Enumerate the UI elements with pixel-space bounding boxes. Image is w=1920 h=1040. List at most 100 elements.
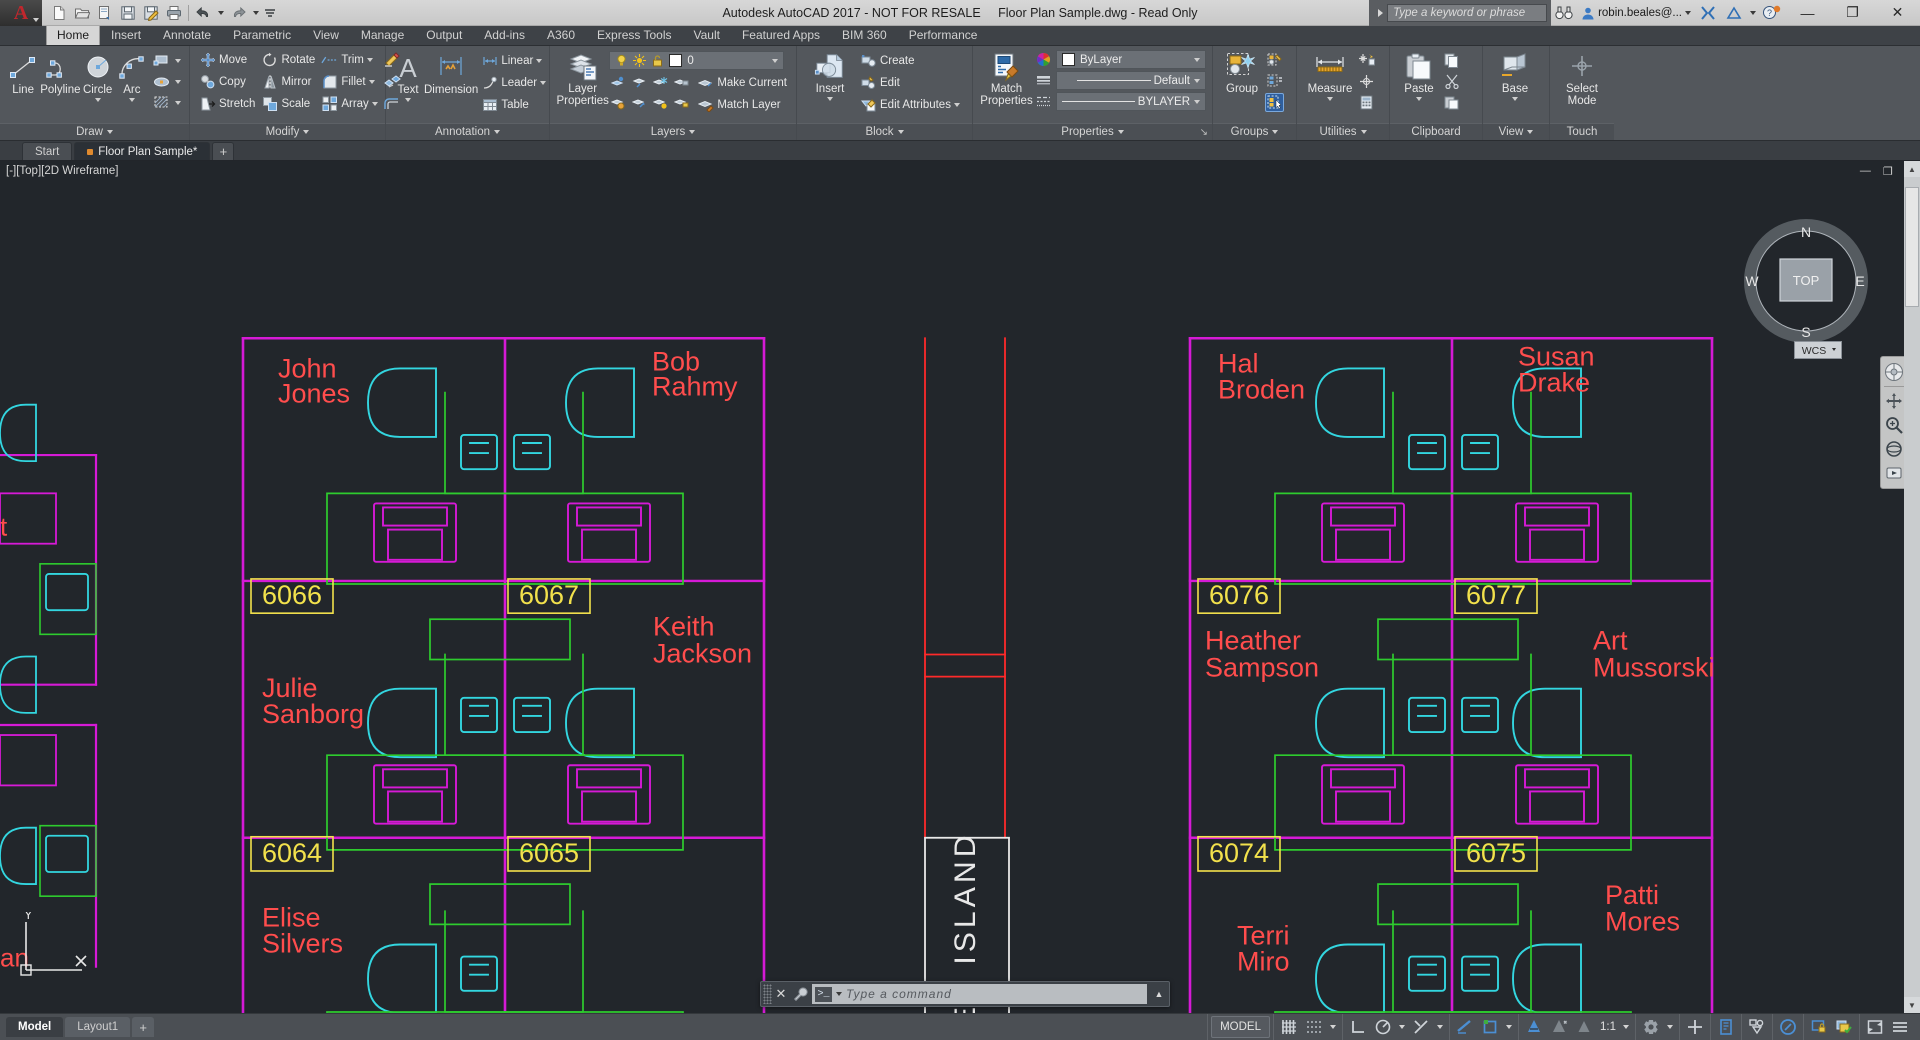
layer-off-icon[interactable] [609, 93, 628, 112]
close-button[interactable]: ✕ [1875, 0, 1920, 26]
base-view-button[interactable]: Base [1489, 49, 1541, 101]
viewport-maximize[interactable]: ❐ [1883, 165, 1893, 178]
chevron-down-icon[interactable] [95, 98, 101, 102]
layer-selector[interactable]: 0 [609, 51, 784, 70]
help-icon[interactable]: ? [1759, 0, 1785, 26]
viewport-config-icon[interactable] [1683, 1016, 1707, 1038]
tab-performance[interactable]: Performance [898, 25, 989, 45]
layer-isolate-icon[interactable] [609, 72, 628, 91]
layer-unisolate-icon[interactable] [630, 72, 649, 91]
tab-featured-apps[interactable]: Featured Apps [731, 25, 831, 45]
command-line-settings-icon[interactable] [790, 982, 810, 1006]
search-input[interactable]: Type a keyword or phrase [1387, 4, 1547, 22]
group-button[interactable]: Group [1219, 49, 1265, 96]
make-current-button[interactable]: Make Current [694, 72, 790, 93]
panel-utilities-title[interactable]: Utilities [1297, 123, 1389, 140]
layer-unlock-icon[interactable] [672, 93, 691, 112]
match-layer-button[interactable]: Match Layer [694, 94, 790, 115]
draw-circle-button[interactable]: Circle [81, 50, 115, 102]
panel-layers-title[interactable]: Layers [550, 123, 796, 140]
snap-mode-dropdown[interactable] [1327, 1016, 1339, 1038]
block-edit-attributes-button[interactable]: Edit Attributes [857, 94, 963, 115]
showmotion-icon[interactable] [1882, 461, 1906, 485]
autoscale-icon[interactable] [1547, 1016, 1571, 1038]
vertical-scrollbar[interactable]: ▲ ▼ [1904, 161, 1920, 1013]
hardware-accel-icon[interactable] [1714, 1016, 1738, 1038]
panel-block-title[interactable]: Block [797, 123, 972, 140]
clean-screen-icon[interactable] [1863, 1016, 1887, 1038]
tab-express-tools[interactable]: Express Tools [586, 25, 682, 45]
annotation-table-button[interactable]: Table [478, 94, 549, 115]
point-id-icon[interactable] [1357, 72, 1376, 91]
chevron-down-icon[interactable] [827, 97, 833, 101]
wcs-selector[interactable]: WCS [1794, 341, 1842, 362]
open-from-web-icon[interactable] [94, 2, 115, 23]
isolate-objects-icon[interactable] [1745, 1016, 1769, 1038]
hatch-icon[interactable] [152, 93, 171, 112]
object-snap-icon[interactable] [1409, 1016, 1433, 1038]
save-icon[interactable] [117, 2, 138, 23]
modify-move-button[interactable]: Move [196, 49, 258, 70]
draw-line-button[interactable]: Line [6, 50, 40, 97]
touch-select-mode-button[interactable]: Select Mode [1556, 49, 1608, 107]
modify-rotate-button[interactable]: Rotate [258, 49, 318, 70]
grid-display-icon[interactable] [1277, 1016, 1301, 1038]
zoom-icon[interactable] [1882, 413, 1906, 437]
search-binoculars-icon[interactable] [1551, 0, 1577, 26]
customization-menu-icon[interactable] [1888, 1016, 1912, 1038]
hatch-dropdown[interactable] [173, 93, 183, 112]
tab-insert[interactable]: Insert [100, 25, 152, 45]
lineweight-display-icon[interactable] [1453, 1016, 1477, 1038]
ellipse-dropdown[interactable] [173, 72, 183, 91]
drawing-canvas[interactable]: [-][Top][2D Wireframe] — ❐ ✕ [0, 161, 1920, 1013]
match-properties-button[interactable]: Match Properties [979, 49, 1034, 107]
chevron-down-icon[interactable] [405, 98, 411, 102]
linetype-selector[interactable]: Default [1056, 71, 1206, 90]
layout-tab-model[interactable]: Model [6, 1017, 63, 1037]
modify-mirror-button[interactable]: Mirror [258, 71, 318, 92]
modify-array-button[interactable]: Array [318, 93, 380, 114]
scroll-thumb[interactable] [1905, 187, 1919, 307]
modify-scale-button[interactable]: Scale [258, 93, 318, 114]
chevron-down-icon[interactable] [1512, 97, 1518, 101]
chevron-down-icon[interactable] [372, 102, 378, 106]
new-file-tab-button[interactable]: + [212, 142, 234, 160]
layout-tab-layout1[interactable]: Layout1 [65, 1017, 130, 1037]
linetype-icon[interactable] [1034, 92, 1053, 111]
paste-button[interactable]: Paste [1396, 49, 1442, 101]
tab-vault[interactable]: Vault [683, 25, 731, 45]
snap-mode-icon[interactable] [1302, 1016, 1326, 1038]
paste-special-icon[interactable] [1442, 93, 1461, 112]
panel-annotation-title[interactable]: Annotation [386, 123, 549, 140]
chevron-down-icon[interactable] [1416, 97, 1422, 101]
layer-freeze-icon[interactable] [651, 72, 670, 91]
insert-block-button[interactable]: Insert [803, 49, 857, 101]
chevron-down-icon[interactable] [367, 58, 373, 62]
chevron-down-icon[interactable] [369, 80, 375, 84]
chevron-down-icon[interactable] [1327, 97, 1333, 101]
application-menu-button[interactable]: A [0, 0, 42, 26]
customization-icon[interactable] [1832, 1016, 1856, 1038]
minimize-button[interactable]: — [1785, 0, 1830, 26]
command-history-expand-button[interactable]: ▲ [1149, 982, 1169, 1006]
color-wheel-icon[interactable] [1034, 50, 1053, 69]
draw-arc-button[interactable]: Arc [115, 50, 149, 102]
lineweight-icon[interactable] [1034, 71, 1053, 90]
layer-dropdown-arrow[interactable] [768, 59, 781, 63]
new-layout-button[interactable]: + [132, 1017, 154, 1037]
viewcube[interactable]: TOP N S E W [1740, 215, 1872, 347]
chevron-down-icon[interactable] [540, 81, 546, 85]
viewport-minimize[interactable]: — [1860, 165, 1871, 178]
command-line-close-button[interactable]: ✕ [772, 982, 790, 1006]
exchange-apps-icon[interactable] [1695, 0, 1721, 26]
file-tab-start[interactable]: Start [22, 142, 72, 160]
object-snap-dropdown[interactable] [1434, 1016, 1446, 1038]
steering-wheel-icon[interactable] [1882, 360, 1906, 384]
model-paper-toggle[interactable]: MODEL [1211, 1016, 1270, 1038]
annotation-dimension-button[interactable]: Dimension [424, 50, 478, 97]
lineweight-dropdown-arrow[interactable] [1190, 100, 1203, 104]
command-line[interactable]: ✕ >_ Type a command ▲ [760, 981, 1170, 1007]
annotation-monitor-icon[interactable] [1572, 1016, 1596, 1038]
transparency-dropdown[interactable] [1503, 1016, 1515, 1038]
graphics-performance-icon[interactable] [1776, 1016, 1800, 1038]
